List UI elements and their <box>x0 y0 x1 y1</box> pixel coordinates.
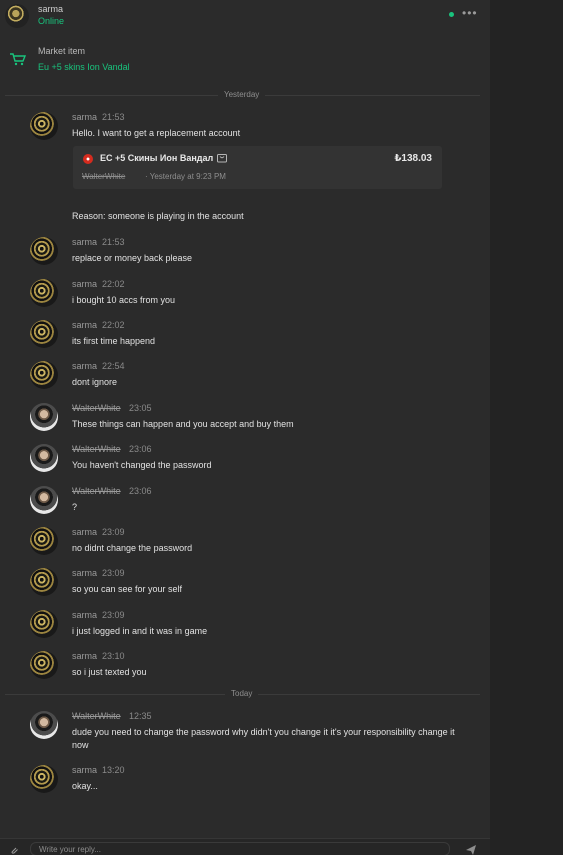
message-time: 23:06 <box>129 444 152 454</box>
market-item-banner[interactable]: Market item Eu +5 skins Ion Vandal <box>0 42 490 78</box>
reply-input[interactable] <box>30 842 450 855</box>
message-text: its first time happend <box>72 336 156 346</box>
message-time: 21:53 <box>102 112 125 122</box>
message-time: 23:09 <box>102 527 125 537</box>
message-time: 12:35 <box>129 711 152 721</box>
message-text: so you can see for your self <box>72 584 183 594</box>
message-author[interactable]: WalterWhite <box>72 486 121 496</box>
avatar[interactable] <box>30 361 58 389</box>
message-author[interactable]: sarma <box>72 527 97 537</box>
message-time: 23:05 <box>129 403 152 413</box>
order-title[interactable]: ЕС +5 Скины Ион Вандал <box>100 153 213 163</box>
avatar[interactable] <box>30 237 58 265</box>
attach-icon[interactable] <box>9 845 19 855</box>
avatar[interactable] <box>30 568 58 596</box>
avatar[interactable] <box>30 112 58 140</box>
message-author[interactable]: WalterWhite <box>72 444 121 454</box>
message-time: 21:53 <box>102 237 125 247</box>
more-options-icon[interactable]: ••• <box>462 6 478 20</box>
cart-icon <box>10 53 27 66</box>
order-card[interactable]: ЕС +5 Скины Ион Вандал ₺138.03 WalterWhi… <box>73 146 442 189</box>
message-time: 23:09 <box>102 610 125 620</box>
message-text: dude you need to change the password why… <box>72 727 455 750</box>
side-panel <box>490 0 563 855</box>
date-divider-label: Today <box>225 689 259 698</box>
message-time: 23:10 <box>102 651 125 661</box>
message-author[interactable]: sarma <box>72 765 97 775</box>
message-author[interactable]: sarma <box>72 112 97 122</box>
contact-status: Online <box>38 16 65 26</box>
message-author[interactable]: sarma <box>72 651 97 661</box>
message-text: dont ignore <box>72 377 118 387</box>
date-divider-label: Yesterday <box>218 90 266 99</box>
avatar[interactable] <box>30 711 58 739</box>
message-time: 13:20 <box>102 765 125 775</box>
contact-name[interactable]: sarma <box>38 4 63 14</box>
message-text: These things can happen and you accept a… <box>72 419 294 429</box>
message-author[interactable]: sarma <box>72 320 97 330</box>
avatar[interactable] <box>5 4 29 28</box>
message-text: i bought 10 accs from you <box>72 295 176 305</box>
avatar[interactable] <box>30 651 58 679</box>
message-time: 22:02 <box>102 320 125 330</box>
chat-header: sarma Online ••• <box>0 0 490 34</box>
message-author[interactable]: sarma <box>72 610 97 620</box>
message-time: 23:06 <box>129 486 152 496</box>
send-icon[interactable] <box>465 844 477 855</box>
message-text: Hello. I want to get a replacement accou… <box>72 128 241 138</box>
avatar[interactable] <box>30 527 58 555</box>
avatar[interactable] <box>30 765 58 793</box>
message-text: so i just texted you <box>72 667 147 677</box>
message-time: 23:09 <box>102 568 125 578</box>
message-text: ? <box>72 502 78 512</box>
message-text: replace or money back please <box>72 253 193 263</box>
market-item-label: Market item <box>38 46 86 56</box>
avatar[interactable] <box>30 444 58 472</box>
message-text: okay... <box>72 781 98 791</box>
message-author[interactable]: WalterWhite <box>72 403 121 413</box>
message-text: You haven't changed the password <box>72 460 212 470</box>
message-text: no didnt change the password <box>72 543 193 553</box>
online-dot-icon <box>449 12 454 17</box>
order-date: · Yesterday at 9:23 PM <box>145 172 226 181</box>
avatar[interactable] <box>30 403 58 431</box>
message-text: i just logged in and it was in game <box>72 626 208 636</box>
market-item-link[interactable]: Eu +5 skins Ion Vandal <box>38 62 130 72</box>
region-flag-icon <box>83 154 93 164</box>
bag-icon <box>217 154 227 163</box>
order-price: ₺138.03 <box>394 153 432 164</box>
message-author[interactable]: sarma <box>72 237 97 247</box>
avatar[interactable] <box>30 486 58 514</box>
message-author[interactable]: sarma <box>72 361 97 371</box>
message-author[interactable]: sarma <box>72 279 97 289</box>
avatar[interactable] <box>30 279 58 307</box>
message-author[interactable]: WalterWhite <box>72 711 121 721</box>
message-author[interactable]: sarma <box>72 568 97 578</box>
chat-panel: sarma Online ••• Market item Eu +5 skins… <box>0 0 490 855</box>
message-composer <box>0 838 490 855</box>
message-time: 22:54 <box>102 361 125 371</box>
order-seller[interactable]: WalterWhite <box>82 172 125 181</box>
message-text: Reason: someone is playing in the accoun… <box>72 211 244 221</box>
avatar[interactable] <box>30 610 58 638</box>
avatar[interactable] <box>30 320 58 348</box>
message-time: 22:02 <box>102 279 125 289</box>
